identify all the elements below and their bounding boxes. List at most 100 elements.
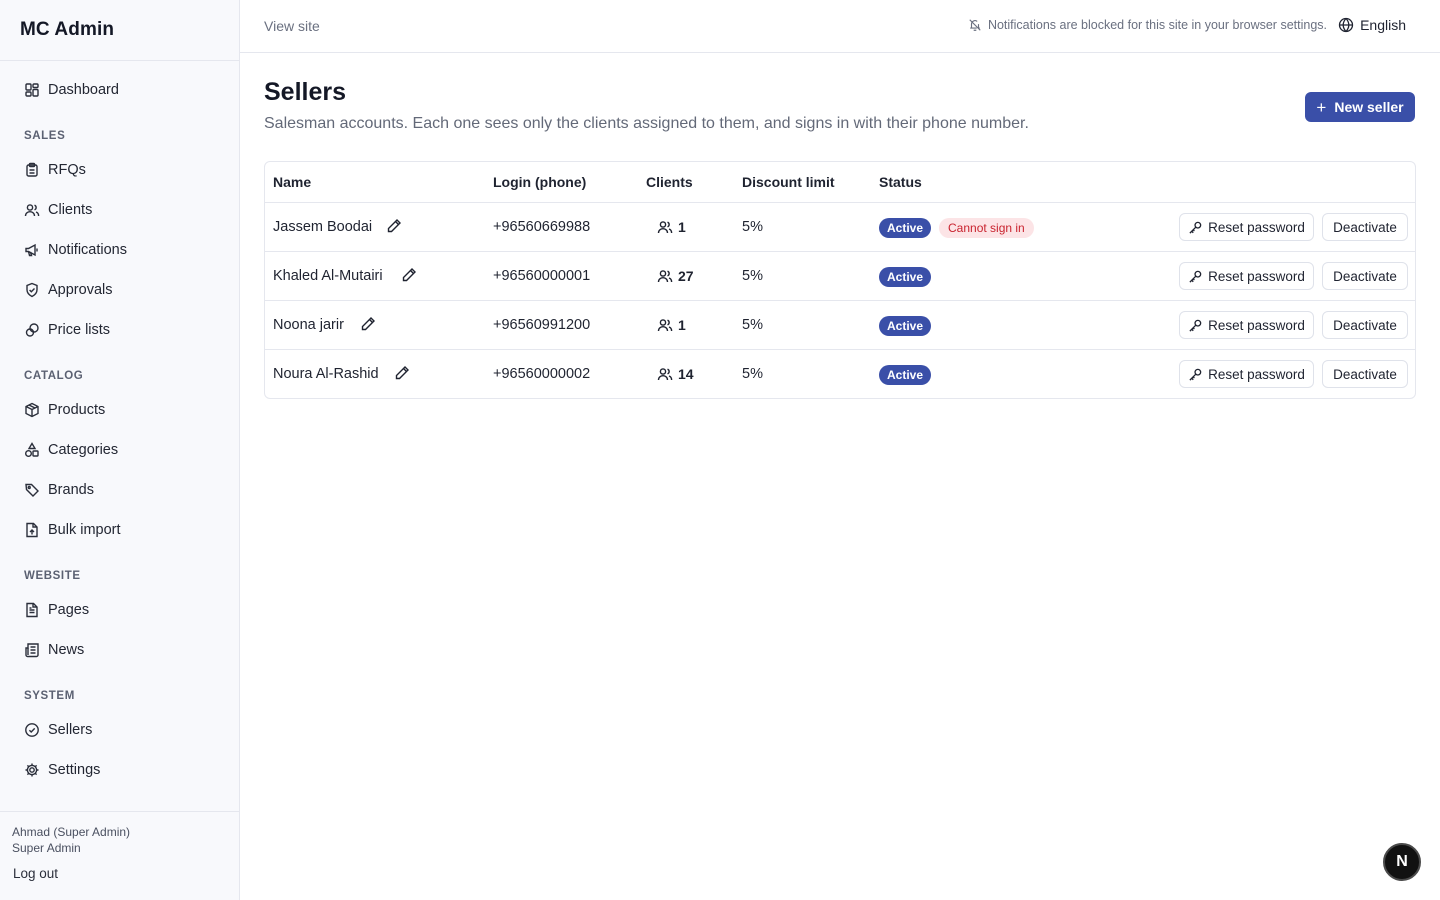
reset-password-button[interactable]: Reset password [1179, 311, 1314, 339]
edit-pencil-icon[interactable] [394, 365, 412, 383]
table-row: Noona jarir +96560991200 1 5% Active Res… [265, 300, 1415, 349]
reset-password-label: Reset password [1208, 366, 1305, 382]
shapes-icon [24, 442, 40, 458]
sidebar-item-label: Notifications [48, 242, 127, 258]
seller-login: +96560669988 [493, 219, 591, 235]
table-row: Noura Al-Rashid +96560000002 14 5% Activ… [265, 349, 1415, 398]
notification-notice-text: Notifications are blocked for this site … [987, 18, 1327, 32]
shield-check-icon [24, 282, 40, 298]
client-count-value: 14 [678, 366, 694, 382]
sidebar-item-label: Products [48, 402, 106, 418]
sidebar-item-dashboard[interactable]: Dashboard [12, 72, 228, 108]
sidebar-item-label: Clients [48, 202, 93, 218]
megaphone-icon [24, 242, 40, 258]
column-header-clients: Clients [646, 174, 693, 190]
logout-button[interactable]: Log out [13, 866, 58, 881]
clipboard-icon [24, 162, 40, 178]
top-bar: View site Notifications are blocked for … [240, 0, 1440, 53]
reset-password-button[interactable]: Reset password [1179, 213, 1314, 241]
sellers-table: Name Login (phone) Clients Discount limi… [264, 161, 1416, 399]
seller-name: Khaled Al-Mutairi [273, 268, 383, 284]
deactivate-button[interactable]: Deactivate [1322, 213, 1408, 241]
column-header-name: Name [273, 174, 312, 190]
section-label-website: WEBSITE [24, 570, 81, 582]
next-devtools-button[interactable]: N [1383, 843, 1421, 881]
section-label-catalog: CATALOG [24, 370, 84, 382]
status-badge: Active [879, 218, 932, 238]
edit-pencil-icon[interactable] [360, 316, 378, 334]
client-count-value: 1 [678, 317, 686, 333]
sidebar-item-notifications[interactable]: Notifications [12, 232, 228, 268]
users-icon [657, 368, 673, 381]
edit-pencil-icon[interactable] [386, 218, 404, 236]
view-site-link[interactable]: View site [264, 18, 320, 34]
sidebar-item-bulk-import[interactable]: Bulk import [12, 512, 228, 548]
sidebar-item-news[interactable]: News [12, 632, 228, 668]
language-label: English [1360, 17, 1406, 33]
sidebar-item-label: Dashboard [48, 82, 119, 98]
gear-icon [24, 762, 40, 778]
newspaper-icon [24, 642, 40, 658]
deactivate-button[interactable]: Deactivate [1322, 311, 1408, 339]
column-header-login: Login (phone) [493, 174, 587, 190]
client-count: 1 [657, 317, 686, 333]
seller-login: +96560991200 [493, 317, 591, 333]
sidebar-item-brands[interactable]: Brands [12, 472, 228, 508]
section-label-sales: SALES [24, 130, 66, 142]
status-badge: Active [879, 365, 932, 385]
badge-check-icon [24, 722, 40, 738]
deactivate-button[interactable]: Deactivate [1322, 262, 1408, 290]
globe-icon [1338, 17, 1354, 33]
bell-off-icon [969, 19, 981, 31]
seller-login: +96560000002 [493, 366, 591, 382]
sidebar-item-label: News [48, 642, 85, 658]
sidebar-item-products[interactable]: Products [12, 392, 228, 428]
cannot-sign-in-badge: Cannot sign in [939, 218, 1034, 238]
key-icon [1189, 270, 1202, 283]
users-icon [657, 319, 673, 332]
file-upload-icon [24, 522, 40, 538]
divider [0, 811, 239, 812]
coins-icon [24, 322, 40, 338]
sidebar-item-price-lists[interactable]: Price lists [12, 312, 228, 348]
client-count: 14 [657, 366, 694, 382]
package-icon [24, 402, 40, 418]
reset-password-button[interactable]: Reset password [1179, 360, 1314, 388]
sidebar-item-rfqs[interactable]: RFQs [12, 152, 228, 188]
sidebar-item-label: Brands [48, 482, 94, 498]
edit-pencil-icon[interactable] [401, 267, 419, 285]
sidebar-item-label: Settings [48, 762, 101, 778]
file-text-icon [24, 602, 40, 618]
tag-icon [24, 482, 40, 498]
sidebar-item-label: Sellers [48, 722, 93, 738]
key-icon [1189, 319, 1202, 332]
section-label-system: SYSTEM [24, 690, 75, 702]
client-count-value: 1 [678, 219, 686, 235]
sidebar-item-label: Price lists [48, 322, 111, 338]
status-badge: Active [879, 267, 932, 287]
sidebar-item-label: Approvals [48, 282, 113, 298]
sidebar-item-categories[interactable]: Categories [12, 432, 228, 468]
sidebar-item-label: Bulk import [48, 522, 121, 538]
seller-name: Jassem Boodai [273, 219, 373, 235]
sidebar-item-clients[interactable]: Clients [12, 192, 228, 228]
users-icon [657, 221, 673, 234]
reset-password-label: Reset password [1208, 219, 1305, 235]
client-count: 27 [657, 268, 694, 284]
seller-name: Noura Al-Rashid [273, 366, 379, 382]
sidebar-item-sellers[interactable]: Sellers [12, 712, 228, 748]
user-name: Ahmad (Super Admin) [12, 825, 131, 839]
users-icon [657, 270, 673, 283]
sidebar-item-pages[interactable]: Pages [12, 592, 228, 628]
sidebar-item-approvals[interactable]: Approvals [12, 272, 228, 308]
new-seller-button[interactable]: + New seller [1305, 92, 1415, 122]
user-role: Super Admin [12, 841, 81, 855]
status-badge: Active [879, 316, 932, 336]
deactivate-button[interactable]: Deactivate [1322, 360, 1408, 388]
users-icon [24, 202, 40, 218]
sidebar-item-label: Pages [48, 602, 90, 618]
dashboard-icon [24, 82, 40, 98]
reset-password-button[interactable]: Reset password [1179, 262, 1314, 290]
language-selector[interactable]: English [1338, 17, 1406, 33]
sidebar-item-settings[interactable]: Settings [12, 752, 228, 788]
